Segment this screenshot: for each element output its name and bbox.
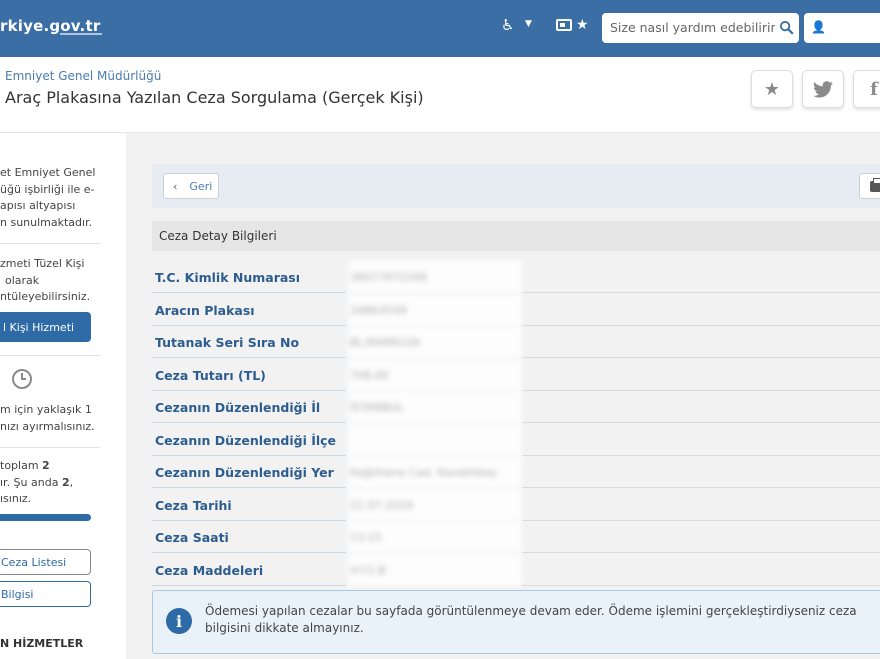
row-value: İSTANBUL xyxy=(348,391,522,423)
divider xyxy=(0,355,100,356)
step-current: 2 xyxy=(61,475,70,489)
print-icon xyxy=(870,178,880,192)
row-label: Tutanak Seri Sıra No xyxy=(152,326,346,358)
info-notice: i Ödemesi yapılan cezalar bu sayfada gör… xyxy=(152,590,880,654)
row-label: Cezanın Düzenlendiği İl xyxy=(152,391,346,423)
step-progress-bar xyxy=(0,514,91,521)
step-text: toplam xyxy=(0,459,43,472)
table-row: Cezanın Düzenlendiği İlçe xyxy=(152,423,880,457)
main-content: ‹ Geri Ceza Detay Bilgileri T.C. Kimlik … xyxy=(152,164,880,659)
legal-entity-service-button[interactable]: l Kişi Hizmeti xyxy=(0,312,91,342)
table-row: Cezanın Düzenlendiği Yer Kağıthane Cad. K… xyxy=(152,456,880,489)
caret-down-icon[interactable]: ▼ xyxy=(525,19,532,29)
penalty-list-button[interactable]: Ceza Listesi xyxy=(0,549,91,575)
divider xyxy=(0,447,100,448)
row-label: T.C. Kimlik Numarası xyxy=(152,261,346,293)
step-total: 2 xyxy=(42,459,50,472)
row-value: 34BK4549 xyxy=(348,293,522,326)
star-icon: ★ xyxy=(763,78,781,100)
step-text: ır. Şu anda xyxy=(0,475,62,489)
search-box xyxy=(602,13,799,43)
sidebar-step-info: toplam 2 ır. Şu anda 2, ısınız. xyxy=(0,458,73,508)
back-button[interactable]: ‹ Geri xyxy=(163,173,219,199)
sidebar-text-line: apısı altyapısı xyxy=(0,199,76,212)
table-row: Ceza Maddeleri 47/1-B xyxy=(152,553,880,587)
sidebar-text-line: n sunulmaktadır. xyxy=(0,215,93,229)
table-row: Aracın Plakası 34BK4549 xyxy=(152,293,880,327)
row-label: Ceza Maddeleri xyxy=(152,554,346,586)
row-divider xyxy=(522,584,880,586)
related-services-heading: N HİZMETLER xyxy=(0,637,84,650)
breadcrumb[interactable]: Emniyet Genel Müdürlüğü xyxy=(5,69,161,83)
row-value: Kağıthane Cad. Kavaklıbaş xyxy=(348,456,522,488)
star-icon[interactable]: ★ xyxy=(576,17,589,33)
clock-icon xyxy=(12,369,32,389)
sidebar-text-line: üğü işbirliği ile e- xyxy=(0,182,95,196)
chevron-left-icon: ‹ xyxy=(173,179,178,193)
sidebar-text-line: ntüleyebilirsiniz. xyxy=(0,290,91,303)
sidebar-time-info: m için yaklaşık 1 nızı ayırmalısınız. xyxy=(0,402,95,435)
action-toolbar: ‹ Geri xyxy=(152,164,880,208)
penalty-info-button[interactable]: Bilgisi xyxy=(0,581,91,607)
row-label: Cezanın Düzenlendiği İlçe xyxy=(152,424,346,456)
sidebar-text-line: et Emniyet Genel xyxy=(0,166,96,179)
row-value: 38077972348 xyxy=(348,261,522,293)
table-row: Ceza Tutarı (TL) 708,00 xyxy=(152,358,880,392)
row-value: 708,00 xyxy=(348,358,522,391)
id-card-icon[interactable] xyxy=(556,19,572,31)
sidebar-text-line: m için yaklaşık 1 xyxy=(0,403,92,416)
section-title: Ceza Detay Bilgileri xyxy=(152,221,880,251)
twitter-icon xyxy=(813,80,833,98)
row-label: Ceza Saati xyxy=(152,521,346,553)
twitter-share-button[interactable] xyxy=(802,70,844,108)
divider xyxy=(0,243,100,244)
favorite-button[interactable]: ★ xyxy=(751,70,793,108)
notice-text: Ödemesi yapılan cezalar bu sayfada görün… xyxy=(205,604,857,635)
row-label: Ceza Tutarı (TL) xyxy=(152,359,346,391)
info-icon: i xyxy=(166,608,192,634)
row-value: 13:15 xyxy=(348,521,522,553)
row-value: 21.07.2019 xyxy=(348,488,522,521)
search-icon[interactable] xyxy=(779,20,794,35)
page-header: Emniyet Genel Müdürlüğü Araç Plakasına Y… xyxy=(0,57,880,133)
facebook-share-button[interactable]: f xyxy=(853,70,880,108)
print-button[interactable] xyxy=(859,173,880,199)
sidebar-text-line: olarak xyxy=(5,273,40,287)
table-row: Tutanak Seri Sıra No BL3848810A xyxy=(152,326,880,359)
table-row: Ceza Saati 13:15 xyxy=(152,521,880,554)
table-row: Cezanın Düzenlendiği İl İSTANBUL xyxy=(152,391,880,424)
facebook-icon: f xyxy=(870,78,878,100)
logo-underline xyxy=(60,33,102,35)
sidebar: et Emniyet Genel üğü işbirliği ile e- ap… xyxy=(0,133,126,659)
row-label: Ceza Tarihi xyxy=(152,489,346,521)
row-value: 47/1-B xyxy=(348,553,522,586)
sidebar-legal-entity-info: zmeti Tüzel Kişi olarak ntüleyebilirsini… xyxy=(0,256,90,306)
step-text: , xyxy=(69,475,74,489)
accessibility-icon[interactable]: ♿ xyxy=(501,16,514,34)
back-button-label: Geri xyxy=(189,179,213,193)
search-input[interactable] xyxy=(610,20,775,35)
page-title: Araç Plakasına Yazılan Ceza Sorgulama (G… xyxy=(5,88,424,107)
row-value xyxy=(348,423,522,456)
row-value: BL3848810A xyxy=(348,326,522,358)
row-label: Cezanın Düzenlendiği Yer xyxy=(152,456,346,488)
top-navigation-bar: rkiye.gov.tr ♿ ▼ ★ 👤 xyxy=(0,0,880,57)
sidebar-description: et Emniyet Genel üğü işbirliği ile e- ap… xyxy=(0,165,95,231)
table-row: Ceza Tarihi 21.07.2019 xyxy=(152,488,880,522)
sidebar-text-line: nızı ayırmalısınız. xyxy=(0,419,95,433)
row-label: Aracın Plakası xyxy=(152,294,346,326)
user-login-button[interactable]: 👤 xyxy=(804,13,880,43)
user-icon: 👤 xyxy=(811,20,826,34)
step-text: ısınız. xyxy=(0,492,32,505)
sidebar-text-line: zmeti Tüzel Kişi xyxy=(0,257,85,270)
table-row: T.C. Kimlik Numarası 38077972348 xyxy=(152,261,880,294)
